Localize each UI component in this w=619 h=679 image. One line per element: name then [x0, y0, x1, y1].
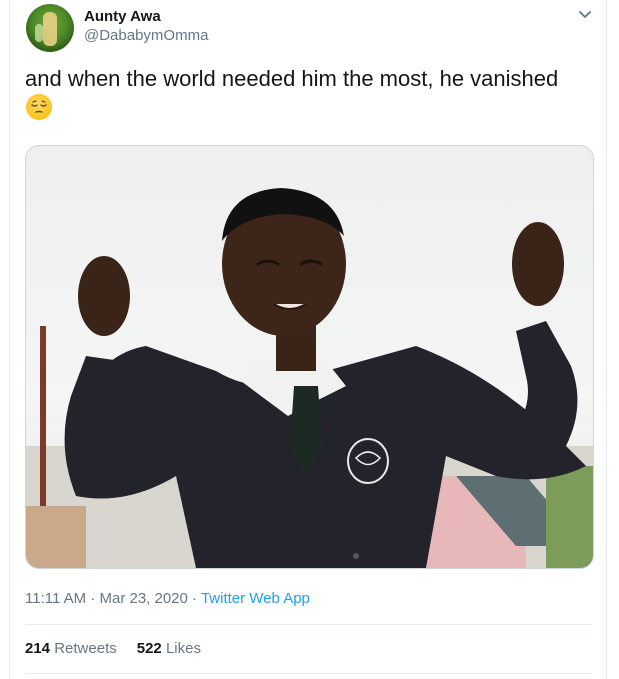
avatar[interactable]: [26, 4, 74, 52]
tweet-meta: 11:11 AM · Mar 23, 2020 · Twitter Web Ap…: [25, 590, 310, 607]
retweets-label: Retweets: [54, 640, 117, 657]
tweet-text: and when the world needed him the most, …: [25, 66, 559, 91]
retweets-count: 214: [25, 640, 51, 657]
author-name[interactable]: Aunty Awa: [84, 8, 161, 25]
chevron-down-icon[interactable]: [576, 8, 594, 22]
tweet-media-image[interactable]: [25, 145, 594, 569]
likes-stat[interactable]: 522 Likes: [137, 640, 201, 657]
author-handle[interactable]: @DababymOmma: [84, 27, 208, 44]
likes-label: Likes: [165, 640, 201, 657]
tweet-source-link[interactable]: Twitter Web App: [201, 590, 310, 607]
tweet-stats: 214 Retweets 522 Likes: [25, 640, 201, 657]
retweets-stat[interactable]: 214 Retweets: [25, 640, 117, 657]
divider: [25, 624, 592, 625]
likes-count: 522: [136, 640, 162, 657]
tweet-border-left: [9, 0, 10, 679]
pensive-face-emoji-icon: [26, 94, 52, 120]
divider: [25, 673, 592, 674]
tweet-border-right: [606, 0, 607, 679]
tweet-timestamp[interactable]: 11:11 AM · Mar 23, 2020: [25, 590, 188, 607]
meta-separator: ·: [187, 590, 201, 607]
